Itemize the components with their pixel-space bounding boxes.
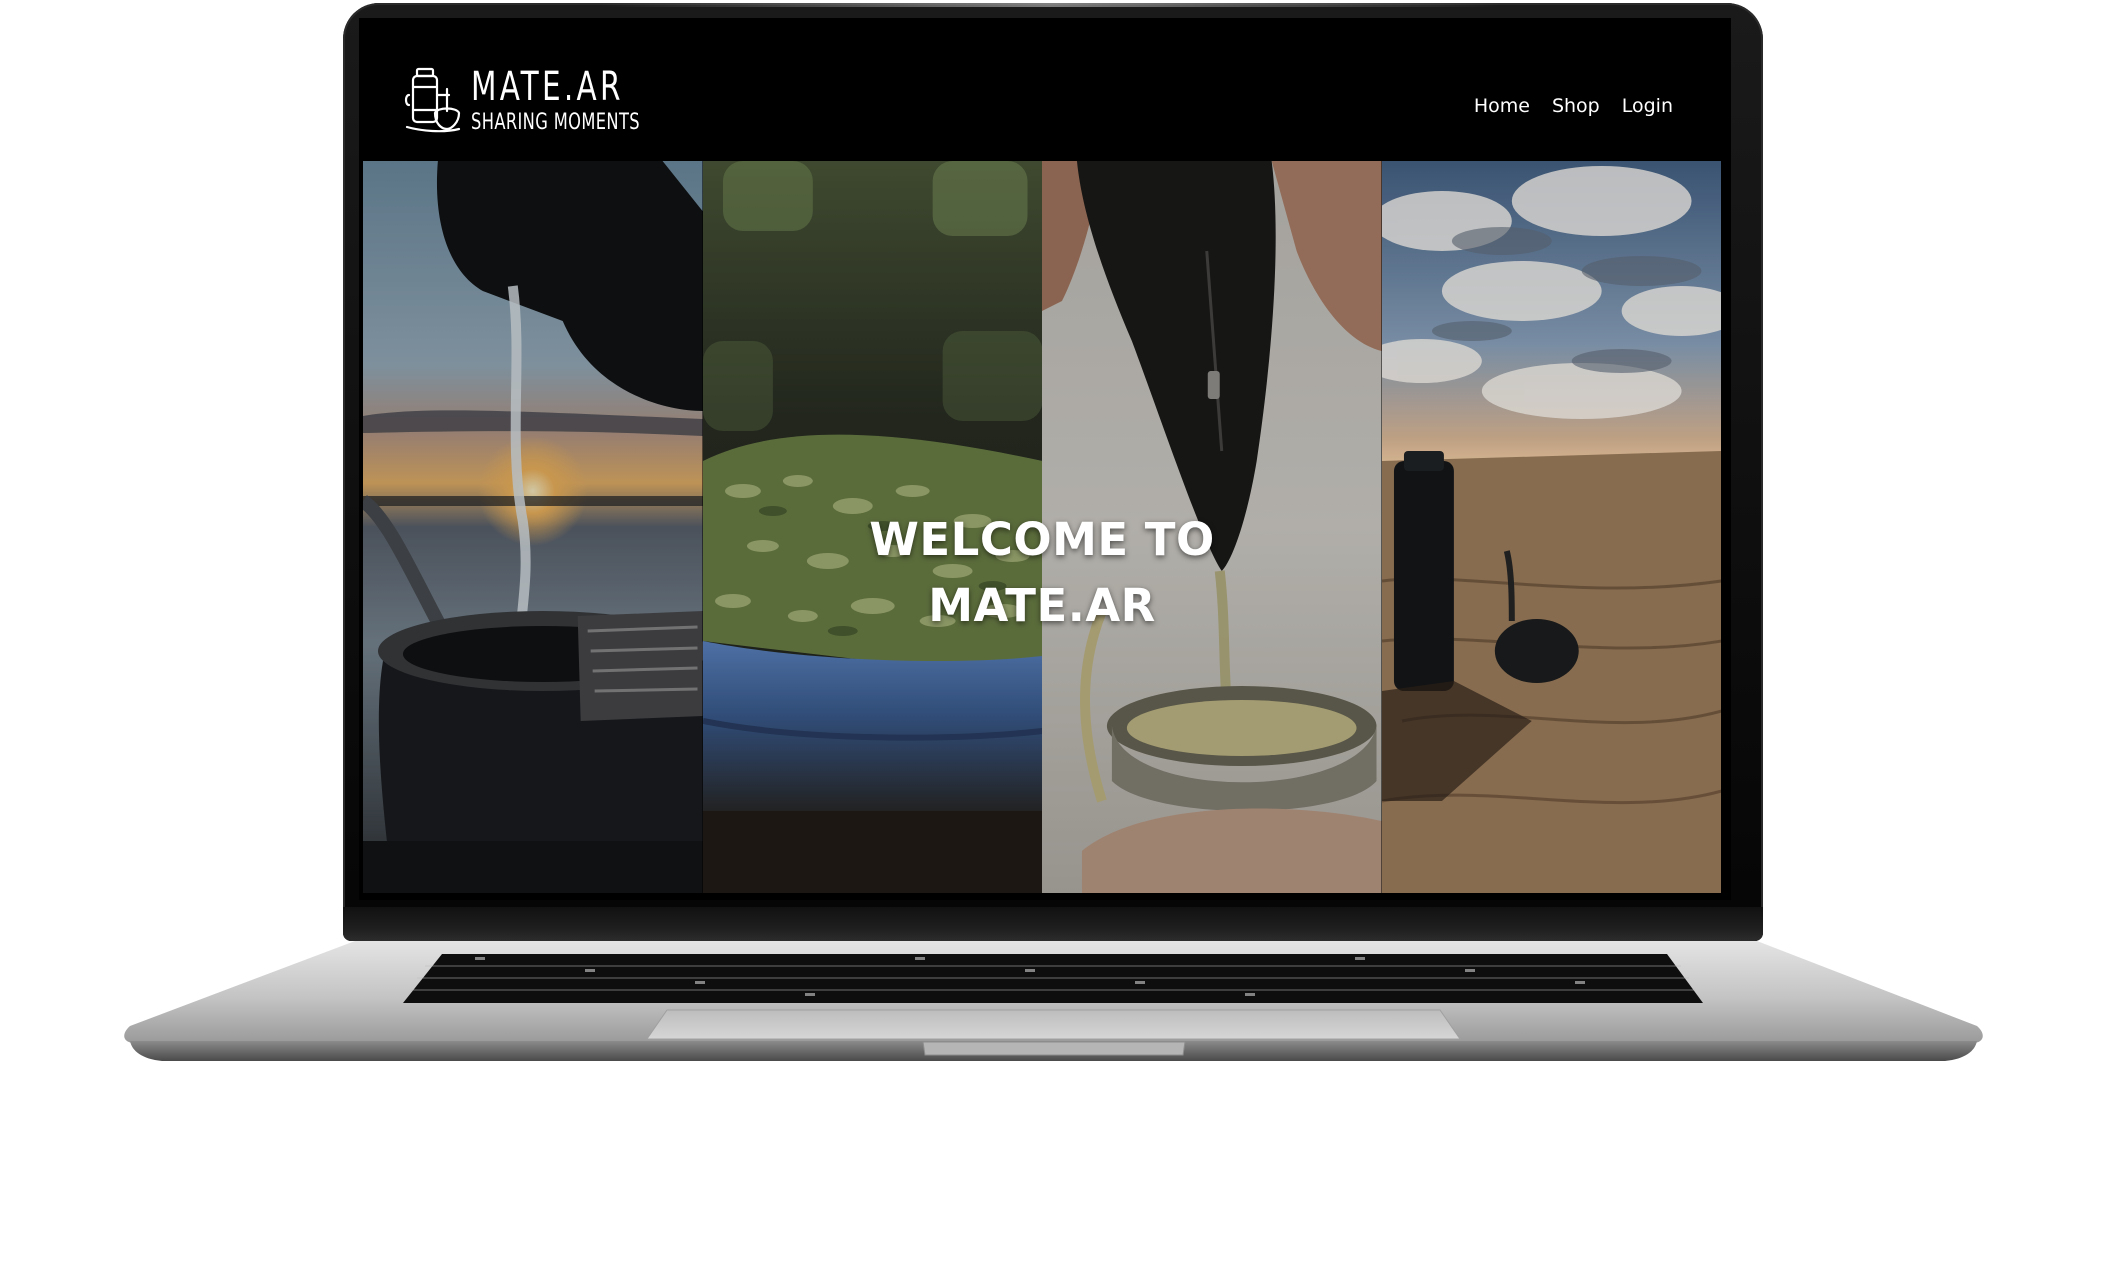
hero-title: WELCOME TO MATE.AR bbox=[363, 507, 1721, 639]
main-nav: Home Shop Login bbox=[1474, 95, 1673, 117]
logo-title: MATE.AR bbox=[471, 63, 624, 110]
mate-thermos-icon bbox=[404, 67, 461, 133]
site-logo[interactable]: MATE.AR SHARING MOMENTS bbox=[403, 60, 699, 140]
lid-hinge bbox=[343, 907, 1763, 941]
laptop-base bbox=[115, 941, 1992, 1067]
hero-section: WELCOME TO MATE.AR bbox=[363, 161, 1721, 893]
site-header: MATE.AR SHARING MOMENTS Home Shop Login bbox=[359, 18, 1731, 161]
hero-title-line-2: MATE.AR bbox=[928, 579, 1156, 633]
hero-title-line-1: WELCOME TO bbox=[869, 513, 1215, 567]
lid-highlight bbox=[600, 3, 1500, 7]
logo-text: MATE.AR SHARING MOMENTS bbox=[471, 67, 699, 134]
laptop-screen: MATE.AR SHARING MOMENTS Home Shop Login bbox=[359, 18, 1731, 900]
laptop-mockup: MATE.AR SHARING MOMENTS Home Shop Login bbox=[0, 0, 2107, 1264]
nav-home-link[interactable]: Home bbox=[1474, 95, 1530, 117]
nav-login-link[interactable]: Login bbox=[1622, 95, 1673, 117]
logo-subtitle: SHARING MOMENTS bbox=[471, 109, 640, 135]
nav-shop-link[interactable]: Shop bbox=[1552, 95, 1600, 117]
laptop-base-shape bbox=[124, 941, 1983, 1061]
